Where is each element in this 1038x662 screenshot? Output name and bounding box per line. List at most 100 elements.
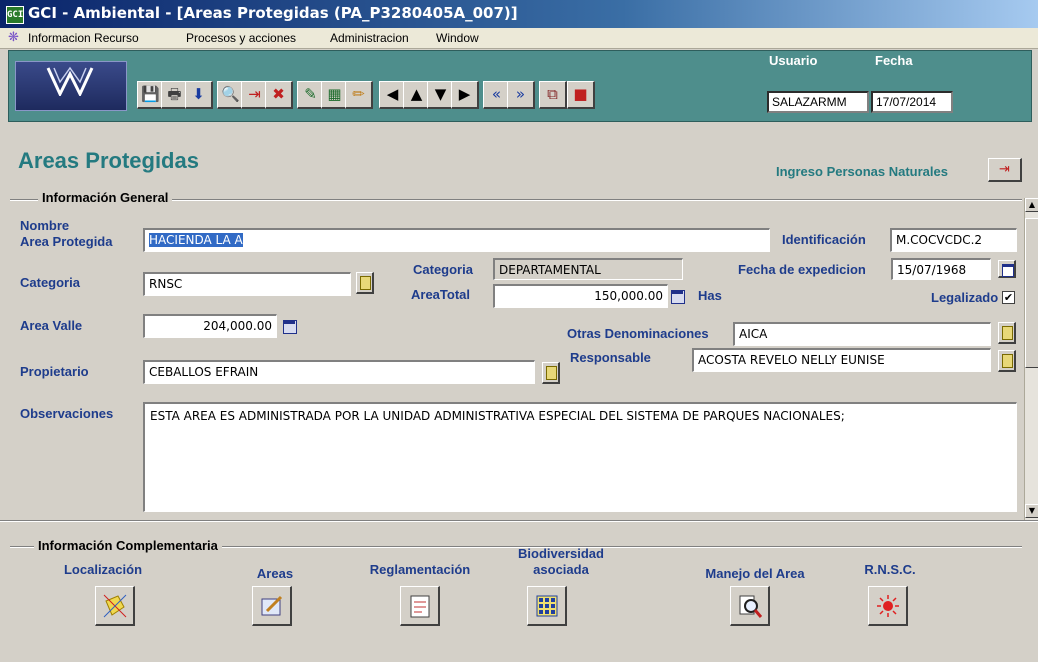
calendar-button[interactable] [998,260,1016,278]
reglamentacion-button[interactable] [400,586,440,626]
mdi-window-icon[interactable]: ❋ [8,30,24,46]
date-label: Fecha [875,53,913,68]
previous-icon: ◀ [386,85,399,103]
responsable-label: Responsable [570,350,651,365]
date-field: 17/07/2014 [871,91,953,113]
scroll-down-button[interactable]: ▼ [1025,504,1038,518]
biodiversidad-label-line2: asociada [533,562,589,577]
areas-label: Areas [256,566,294,581]
calendar-icon [1002,264,1014,277]
nombre-label-line2: Area Protegida [20,234,113,249]
app-icon: GCI [6,6,24,24]
user-label: Usuario [769,53,818,68]
menu-informacion-recurso[interactable]: Informacion Recurso [28,31,139,45]
next-icon: ▶ [458,85,471,103]
edit-icon: ✏ [352,85,365,103]
otras-denominaciones-label: Otras Denominaciones [567,326,709,341]
menu-bar: ❋ Informacion Recurso Procesos y accione… [0,28,1038,49]
section-divider [0,520,1038,522]
print-icon: 🖶 [167,85,182,103]
responsable-input[interactable]: ACOSTA REVELO NELLY EUNISE [692,348,991,372]
company-logo [15,61,127,111]
document-icon [410,595,429,617]
edit-document-icon [261,595,282,615]
section-informacion-general: Información General [38,190,173,205]
up-icon: ▲ [410,85,423,103]
localizacion-button[interactable] [95,586,135,626]
exit-button[interactable]: ■ [567,81,595,109]
grid-icon [536,595,557,616]
area-valle-calculator-button[interactable] [282,318,297,334]
areas-button[interactable] [252,586,292,626]
manejo-area-label: Manejo del Area [705,566,805,581]
biodiversidad-label: Biodiversidad [518,546,604,561]
identificacion-label: Identificación [782,232,866,247]
exit-icon: ■ [573,85,588,103]
categoria-label: Categoria [20,275,80,290]
has-label: Has [698,288,722,303]
form-scrollbar[interactable]: ▲ ▼ [1024,198,1038,520]
delete-record-icon: ✖ [272,85,285,103]
identificacion-input[interactable]: M.COCVCDC.2 [890,228,1017,252]
alarm-icon [876,594,899,617]
observaciones-textarea[interactable]: ESTA AREA ES ADMINISTRADA POR LA UNIDAD … [143,402,1017,512]
legalizado-label: Legalizado [931,290,999,305]
down-icon: ▼ [434,85,447,103]
reglamentacion-label: Reglamentación [369,562,471,577]
manejo-area-button[interactable] [730,586,770,626]
scroll-thumb[interactable] [1025,218,1038,368]
last-icon: » [515,85,526,103]
map-icon [103,594,126,617]
copy-button[interactable]: ⧉ [539,81,567,109]
observaciones-label: Observaciones [20,406,114,421]
menu-procesos-y-acciones[interactable]: Procesos y acciones [186,31,296,45]
query-icon: 🔍 [221,85,240,103]
nombre-label-line1: Nombre [20,218,70,233]
otras-lookup-button[interactable] [998,322,1016,344]
propietario-label: Propietario [20,364,89,379]
responsable-lookup-button[interactable] [998,350,1016,372]
biodiversidad-button[interactable] [527,586,567,626]
ingreso-personas-button[interactable]: ⇥ [988,158,1022,182]
fecha-expedicion-label: Fecha de expedicion [738,262,866,277]
categoria-departamental-field: DEPARTAMENTAL [493,258,683,280]
toolbar: 💾 🖶 ⬇ 🔍 ⇥ ✖ ✎ ▦ ✏ ◀ ▲ ▼ ▶ « » ⧉ ■ Usuario SALAZARMM Fech… [8,50,1032,122]
fecha-expedicion-input[interactable]: 15/07/1968 [891,258,991,280]
rnsc-button[interactable] [868,586,908,626]
user-field: SALAZARMM [767,91,869,113]
last-button[interactable]: » [507,81,535,109]
areatotal-label: AreaTotal [411,287,470,302]
area-valle-label: Area Valle [20,318,83,333]
categoria-lookup-button[interactable] [356,272,374,294]
title-bar: GCI GCI - Ambiental - [Areas Protegidas … [0,0,1038,28]
categoria2-label: Categoria [413,262,473,277]
ingreso-personas-link[interactable]: Ingreso Personas Naturales [776,164,948,179]
magnifier-icon [739,595,762,618]
legalizado-checkbox[interactable]: ✔ [1002,291,1015,304]
areatotal-calculator-button[interactable] [670,288,685,304]
menu-administracion[interactable]: Administracion [330,31,409,45]
rnsc-label: R.N.S.C. [864,562,916,577]
delete-record-button[interactable]: ✖ [265,81,293,109]
download-button[interactable]: ⬇ [185,81,213,109]
otras-denominaciones-input[interactable]: AICA [733,322,991,346]
save-icon: 💾 [141,85,160,103]
nombre-area-input[interactable]: HACIENDA LA A [143,228,770,252]
view-icon: ▦ [327,85,342,103]
areatotal-input[interactable]: 150,000.00 [493,284,668,308]
window-title: GCI - Ambiental - [Areas Protegidas (PA_… [28,4,518,22]
area-valle-input[interactable]: 204,000.00 [143,314,277,338]
insert-record-icon: ⇥ [999,162,1010,177]
categoria-input[interactable]: RNSC [143,272,351,296]
localizacion-label: Localización [63,562,143,577]
propietario-input[interactable]: CEBALLOS EFRAIN [143,360,535,384]
page-title: Areas Protegidas [18,148,199,173]
section-informacion-complementaria: Información Complementaria [34,538,222,553]
next-button[interactable]: ▶ [451,81,479,109]
scroll-up-button[interactable]: ▲ [1025,198,1038,212]
edit-button[interactable]: ✏ [345,81,373,109]
insert-record-icon: ⇥ [248,85,261,103]
clear-icon: ✎ [304,85,317,103]
propietario-lookup-button[interactable] [542,362,560,384]
menu-window[interactable]: Window [436,31,479,45]
